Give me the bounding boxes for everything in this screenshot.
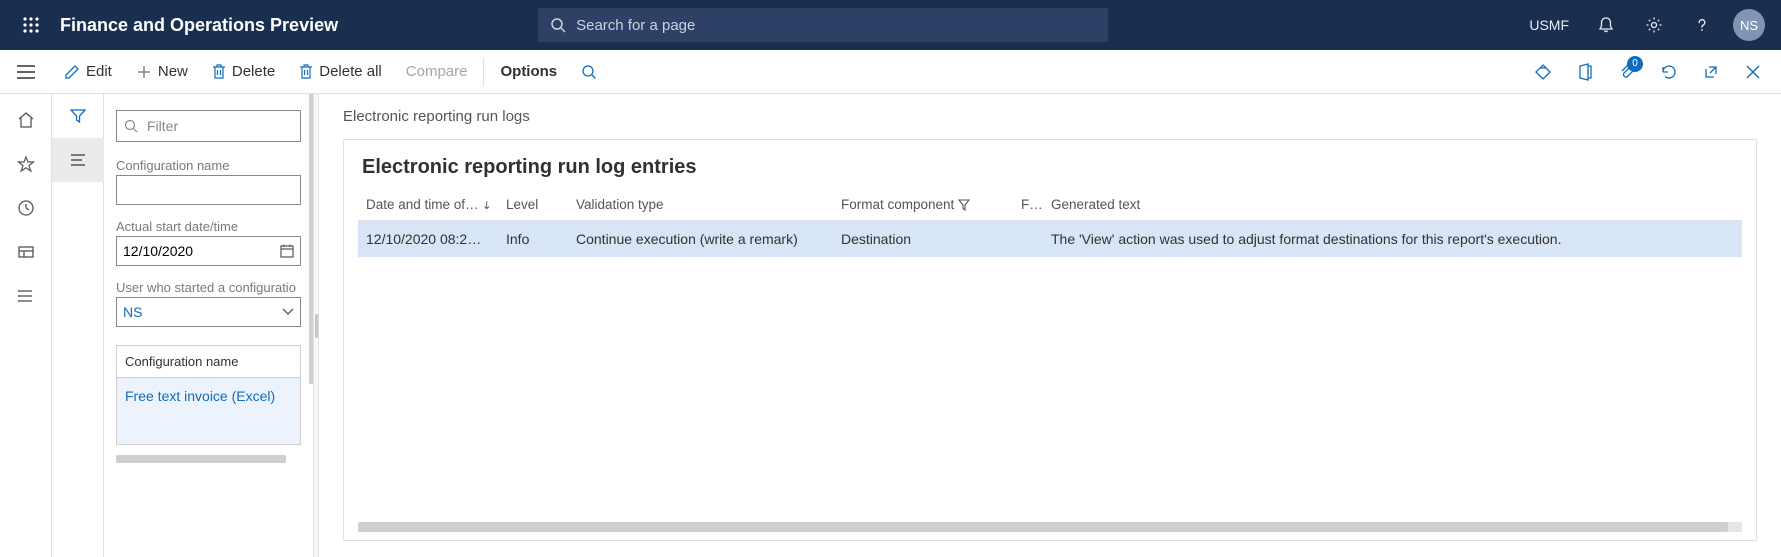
global-search-input[interactable]	[576, 17, 1096, 34]
cell-validation-type: Continue execution (write a remark)	[568, 221, 833, 258]
notifications-icon[interactable]	[1589, 0, 1623, 50]
company-code[interactable]: USMF	[1523, 17, 1575, 33]
log-entries-panel: Electronic reporting run log entries Dat…	[343, 139, 1757, 541]
find-button[interactable]	[569, 50, 609, 94]
calendar-icon[interactable]	[279, 243, 295, 259]
edit-icon	[64, 64, 80, 80]
col-format-component[interactable]: Format component	[833, 189, 1013, 221]
start-datetime-input[interactable]	[116, 236, 301, 266]
options-button[interactable]: Options	[488, 50, 569, 94]
compare-button: Compare	[394, 50, 480, 94]
splitter-handle[interactable]	[314, 94, 319, 557]
sidebar-h-scrollbar[interactable]	[116, 455, 286, 463]
edit-button[interactable]: Edit	[52, 50, 124, 94]
panel-title: Electronic reporting run log entries	[344, 140, 1756, 189]
sort-desc-icon	[483, 199, 490, 211]
separator	[483, 58, 484, 86]
app-header: Finance and Operations Preview USMF NS	[0, 0, 1781, 50]
log-entries-grid: Date and time of… Level Validation type …	[358, 189, 1742, 257]
options-label: Options	[500, 63, 557, 80]
quick-filter-input[interactable]	[116, 110, 301, 142]
col-f[interactable]: F…	[1013, 189, 1043, 221]
popout-icon[interactable]	[1693, 50, 1729, 94]
diamond-icon[interactable]	[1525, 50, 1561, 94]
workspaces-icon[interactable]	[0, 230, 52, 274]
list-view-icon[interactable]	[52, 138, 104, 182]
settings-icon[interactable]	[1637, 0, 1671, 50]
delete-all-button[interactable]: Delete all	[287, 50, 394, 94]
close-icon[interactable]	[1735, 50, 1771, 94]
trash-icon	[212, 64, 226, 80]
col-datetime[interactable]: Date and time of…	[358, 189, 498, 221]
config-list-header[interactable]: Configuration name	[116, 345, 301, 377]
config-name-label: Configuration name	[116, 158, 301, 173]
delete-button[interactable]: Delete	[200, 50, 287, 94]
attachment-count-badge: 0	[1627, 56, 1643, 72]
new-label: New	[158, 63, 188, 80]
app-launcher-icon[interactable]	[10, 0, 52, 50]
chevron-down-icon	[282, 308, 294, 316]
config-list-row[interactable]: Free text invoice (Excel)	[116, 377, 301, 445]
favorites-icon[interactable]	[0, 142, 52, 186]
compare-label: Compare	[406, 63, 468, 80]
col-generated-text[interactable]: Generated text	[1043, 189, 1742, 221]
nav-rail	[0, 94, 52, 557]
filter-funnel-icon[interactable]	[52, 94, 104, 138]
cell-format-component: Destination	[833, 221, 1013, 258]
plus-icon	[136, 64, 152, 80]
cell-level: Info	[498, 221, 568, 258]
new-button[interactable]: New	[124, 50, 200, 94]
start-datetime-label: Actual start date/time	[116, 219, 301, 234]
cell-f	[1013, 221, 1043, 258]
edit-label: Edit	[86, 63, 112, 80]
config-name-input[interactable]	[116, 175, 301, 205]
page-body: Configuration name Actual start date/tim…	[0, 94, 1781, 557]
search-icon	[581, 64, 597, 80]
delete-label: Delete	[232, 63, 275, 80]
filter-icon	[958, 199, 970, 211]
col-level[interactable]: Level	[498, 189, 568, 221]
grid-h-scrollbar[interactable]	[358, 522, 1742, 532]
cell-generated-text: The 'View' action was used to adjust for…	[1043, 221, 1742, 258]
office-icon[interactable]	[1567, 50, 1603, 94]
col-validation-type[interactable]: Validation type	[568, 189, 833, 221]
recent-icon[interactable]	[0, 186, 52, 230]
user-started-select[interactable]: NS	[116, 297, 301, 327]
main-content: Electronic reporting run logs Electronic…	[319, 94, 1781, 557]
delete-all-label: Delete all	[319, 63, 382, 80]
sidebar-scrollbar[interactable]	[309, 94, 313, 384]
trash-icon	[299, 64, 313, 80]
filter-mode-col	[52, 94, 104, 557]
app-title: Finance and Operations Preview	[60, 15, 338, 36]
filter-sidebar: Configuration name Actual start date/tim…	[104, 94, 314, 557]
nav-toggle-icon[interactable]	[0, 50, 52, 94]
home-icon[interactable]	[0, 98, 52, 142]
user-started-value: NS	[123, 304, 142, 320]
attachments-button[interactable]: 0	[1609, 50, 1645, 94]
user-started-label: User who started a configuratio	[116, 280, 301, 295]
user-avatar[interactable]: NS	[1733, 9, 1765, 41]
modules-icon[interactable]	[0, 274, 52, 318]
refresh-icon[interactable]	[1651, 50, 1687, 94]
page-breadcrumb: Electronic reporting run logs	[343, 108, 1757, 125]
global-search[interactable]	[538, 8, 1108, 42]
search-icon	[124, 119, 138, 133]
help-icon[interactable]	[1685, 0, 1719, 50]
search-icon	[550, 17, 566, 33]
cell-datetime: 12/10/2020 08:2…	[358, 221, 498, 258]
action-bar: Edit New Delete Delete all Compare Optio…	[0, 50, 1781, 94]
table-row[interactable]: 12/10/2020 08:2… Info Continue execution…	[358, 221, 1742, 258]
